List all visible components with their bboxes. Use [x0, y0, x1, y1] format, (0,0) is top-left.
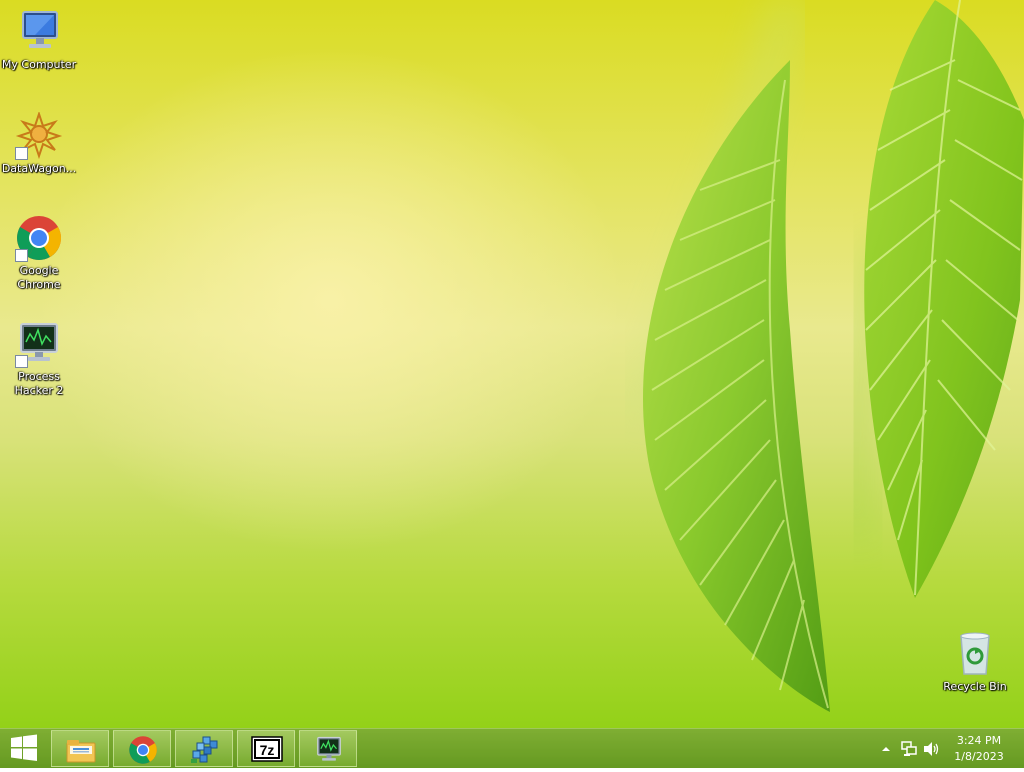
- taskbar-7zip-button[interactable]: 7z: [237, 730, 295, 767]
- registry-editor-icon: [191, 736, 218, 763]
- wallpaper-image: [621, 0, 1024, 712]
- desktop[interactable]: My Computer DataWagon... Google Chrome P…: [0, 0, 1024, 728]
- taskbar-file-explorer-button[interactable]: [51, 730, 109, 767]
- file-explorer-icon: [66, 740, 96, 763]
- desktop-icon-label: Google Chrome: [17, 264, 61, 291]
- shortcut-arrow-icon: [15, 249, 28, 262]
- shortcut-arrow-icon: [15, 147, 28, 160]
- show-hidden-icons-chevron-icon[interactable]: [880, 743, 892, 755]
- computer-icon: [15, 8, 63, 56]
- taskbar-chrome-button[interactable]: [113, 730, 171, 767]
- process-hacker-icon: [317, 736, 341, 761]
- clock-time: 3:24 PM: [956, 734, 1002, 747]
- network-icon[interactable]: [900, 740, 918, 758]
- clock-date: 1/8/2023: [954, 750, 1004, 763]
- taskbar-process-hacker-button[interactable]: [299, 730, 357, 767]
- taskbar: 7z 3:24 PM 1/8/2023: [0, 728, 1024, 768]
- desktop-icon-process-hacker[interactable]: Process Hacker 2: [0, 320, 78, 398]
- recycle-bin-icon: [951, 630, 999, 678]
- chrome-icon: [129, 736, 157, 764]
- system-tray: 3:24 PM 1/8/2023: [864, 729, 1024, 768]
- 7zip-icon: 7z: [251, 736, 283, 762]
- clock[interactable]: 3:24 PM 1/8/2023: [948, 733, 1010, 765]
- desktop-icon-my-computer[interactable]: My Computer: [0, 8, 78, 72]
- desktop-icon-recycle-bin[interactable]: Recycle Bin: [936, 630, 1014, 694]
- desktop-icon-datawagon[interactable]: DataWagon...: [0, 110, 78, 176]
- start-button[interactable]: [0, 729, 48, 768]
- shortcut-arrow-icon: [15, 355, 28, 368]
- desktop-icon-label: Recycle Bin: [943, 680, 1007, 693]
- desktop-icon-google-chrome[interactable]: Google Chrome: [0, 214, 78, 292]
- windows-logo-icon: [11, 734, 37, 761]
- desktop-icon-label: My Computer: [1, 58, 77, 71]
- process-hacker-icon: [15, 320, 63, 368]
- datawagon-icon: [15, 110, 63, 160]
- 7zip-icon-text: 7z: [260, 742, 275, 758]
- desktop-icon-label: DataWagon...: [1, 162, 77, 175]
- volume-icon[interactable]: [922, 740, 940, 758]
- taskbar-registry-editor-button[interactable]: [175, 730, 233, 767]
- desktop-icon-label: Process Hacker 2: [14, 370, 64, 397]
- chrome-icon: [15, 214, 63, 262]
